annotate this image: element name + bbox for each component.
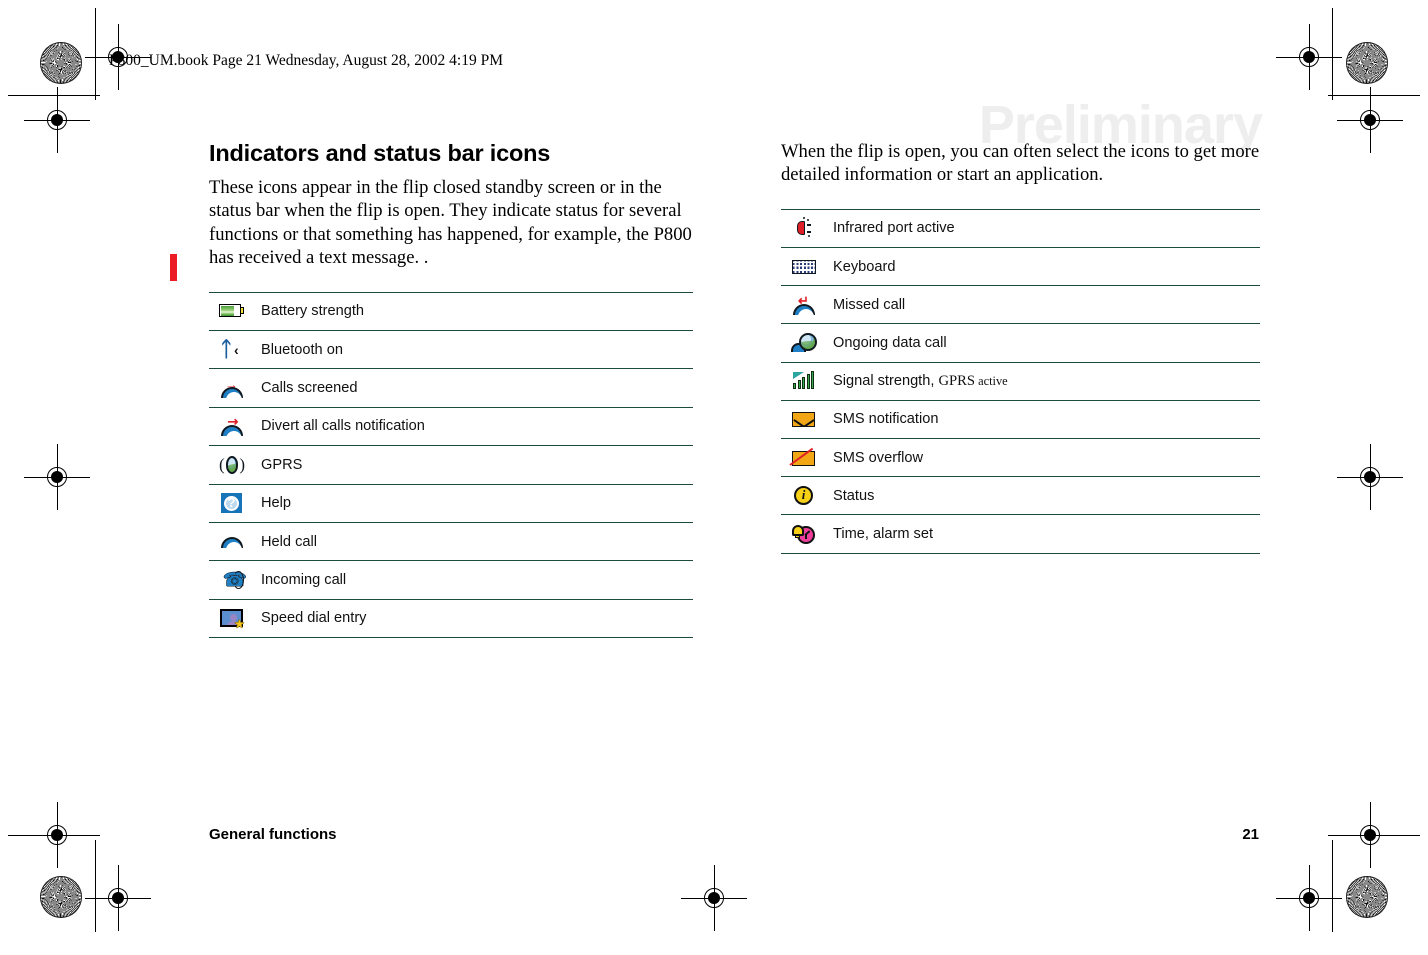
trim-line-right-bottom: [1332, 840, 1333, 932]
table-row: ★ Speed dial entry: [209, 600, 693, 639]
icon-label: SMS overflow: [833, 449, 924, 466]
file-header: P800_UM.book Page 21 Wednesday, August 2…: [109, 52, 504, 69]
icon-label: Bluetooth on: [261, 341, 343, 358]
right-paren: ): [239, 455, 245, 475]
battery-strength-icon: [209, 293, 255, 330]
calls-screened-icon: →: [209, 369, 255, 406]
table-row: Held call: [209, 523, 693, 562]
incoming-call-icon: ☎: [223, 569, 247, 592]
ongoing-data-call-icon: [781, 324, 827, 361]
held-call-icon: [209, 523, 255, 560]
icon-label: GPRS: [261, 456, 303, 473]
time-alarm-set-icon: [781, 515, 827, 552]
table-row: ? Help: [209, 485, 693, 523]
table-row: ↵ Missed call: [781, 286, 1260, 325]
crosshair-mark-bottom-center: [681, 865, 747, 931]
table-row: ↘ Divert all calls notification: [209, 408, 693, 447]
left-icon-table: Battery strength ᛏ ‹ Bluetooth on → Calls…: [209, 291, 693, 639]
table-row: Signal strength, GPRS active: [781, 363, 1260, 401]
speed-dial-entry-icon: ★: [209, 600, 255, 637]
trim-line-left: [95, 8, 96, 100]
table-row: Infrared port active: [781, 210, 1260, 248]
left-column: Indicators and status bar icons These ic…: [209, 140, 693, 639]
table-row: Keyboard: [781, 248, 1260, 287]
trim-line-top-right: [1328, 95, 1420, 96]
icon-label: Help: [261, 495, 292, 512]
change-bar: [170, 254, 177, 281]
icon-label: Missed call: [833, 296, 906, 313]
icon-label: Keyboard: [833, 258, 896, 275]
crosshair-mark-bottom-right: [1276, 865, 1342, 931]
starburst-registration-mark-bottom-right: [1346, 876, 1388, 918]
icon-label: Signal strength, GPRS active: [833, 373, 1008, 390]
gprs-icon: ( ): [209, 446, 255, 483]
trim-line-left-bottom: [95, 840, 96, 932]
right-intro-paragraph: When the flip is open, you can often sel…: [781, 141, 1260, 186]
crosshair-mark-bottom-left: [85, 865, 151, 931]
icon-label: Incoming call: [261, 572, 347, 589]
right-icon-table: Infrared port active Keyboard ↵ Missed c…: [781, 208, 1260, 554]
icon-label: Status: [833, 487, 875, 504]
table-row: Ongoing data call: [781, 324, 1260, 363]
signal-label-gprs: GPRS: [938, 372, 975, 389]
keyboard-icon: [781, 248, 827, 285]
table-row: ( ) GPRS: [209, 446, 693, 485]
signal-label-active: active: [974, 373, 1008, 388]
crosshair-mark-left-middle: [24, 87, 90, 153]
trim-line-right: [1332, 8, 1333, 100]
bluetooth-on-icon: ᛏ ‹: [220, 336, 239, 361]
trim-line-bottom-right: [1328, 835, 1420, 836]
icon-label: Time, alarm set: [833, 525, 934, 542]
table-row: SMS notification: [781, 401, 1260, 439]
right-column: When the flip is open, you can often sel…: [781, 140, 1260, 554]
crosshair-mark-top-right: [1276, 24, 1342, 90]
left-intro-paragraph: These icons appear in the flip closed st…: [209, 177, 692, 269]
table-row: Time, alarm set: [781, 515, 1260, 554]
divert-all-calls-icon: ↘: [209, 408, 255, 445]
icon-label: Held call: [261, 533, 317, 550]
starburst-registration-mark-top-left: [40, 42, 82, 84]
crosshair-mark-right-middle: [1337, 87, 1403, 153]
icon-label: SMS notification: [833, 411, 939, 428]
icon-label: Battery strength: [261, 303, 365, 320]
table-row: Battery strength: [209, 293, 693, 332]
icon-label: Infrared port active: [833, 220, 955, 237]
footer-page-number: 21: [1242, 826, 1259, 843]
infrared-port-active-icon: [781, 210, 827, 247]
signal-label-part1: Signal strength,: [833, 372, 939, 389]
help-icon: ?: [209, 485, 255, 522]
page-footer: General functions 21: [209, 826, 1259, 843]
table-row: ᛏ ‹ Bluetooth on: [209, 331, 693, 370]
icon-label: Ongoing data call: [833, 334, 947, 351]
sms-overflow-icon: [781, 439, 827, 476]
trim-line-top-left: [8, 95, 100, 96]
footer-section-name: General functions: [209, 826, 337, 843]
icon-label: Divert all calls notification: [261, 418, 425, 435]
starburst-registration-mark-bottom-left: [40, 876, 82, 918]
sms-notification-icon: [781, 401, 827, 438]
icon-label: Speed dial entry: [261, 610, 367, 627]
signal-strength-gprs-icon: [781, 363, 827, 400]
document-page: P800_UM.book Page 21 Wednesday, August 2…: [0, 0, 1428, 955]
crosshair-mark-right-center: [1337, 444, 1403, 510]
table-row: ☎ Incoming call: [209, 561, 693, 600]
missed-call-icon: ↵: [781, 286, 827, 323]
icon-label: Calls screened: [261, 380, 358, 397]
page-title: Indicators and status bar icons: [209, 140, 551, 166]
crosshair-mark-left-center: [24, 444, 90, 510]
left-paren: (: [219, 455, 225, 475]
table-row: → Calls screened: [209, 369, 693, 408]
table-row: SMS overflow: [781, 439, 1260, 478]
starburst-registration-mark-top-right: [1346, 42, 1388, 84]
status-icon: i: [781, 477, 827, 514]
trim-line-bottom-left: [8, 835, 100, 836]
table-row: i Status: [781, 477, 1260, 516]
